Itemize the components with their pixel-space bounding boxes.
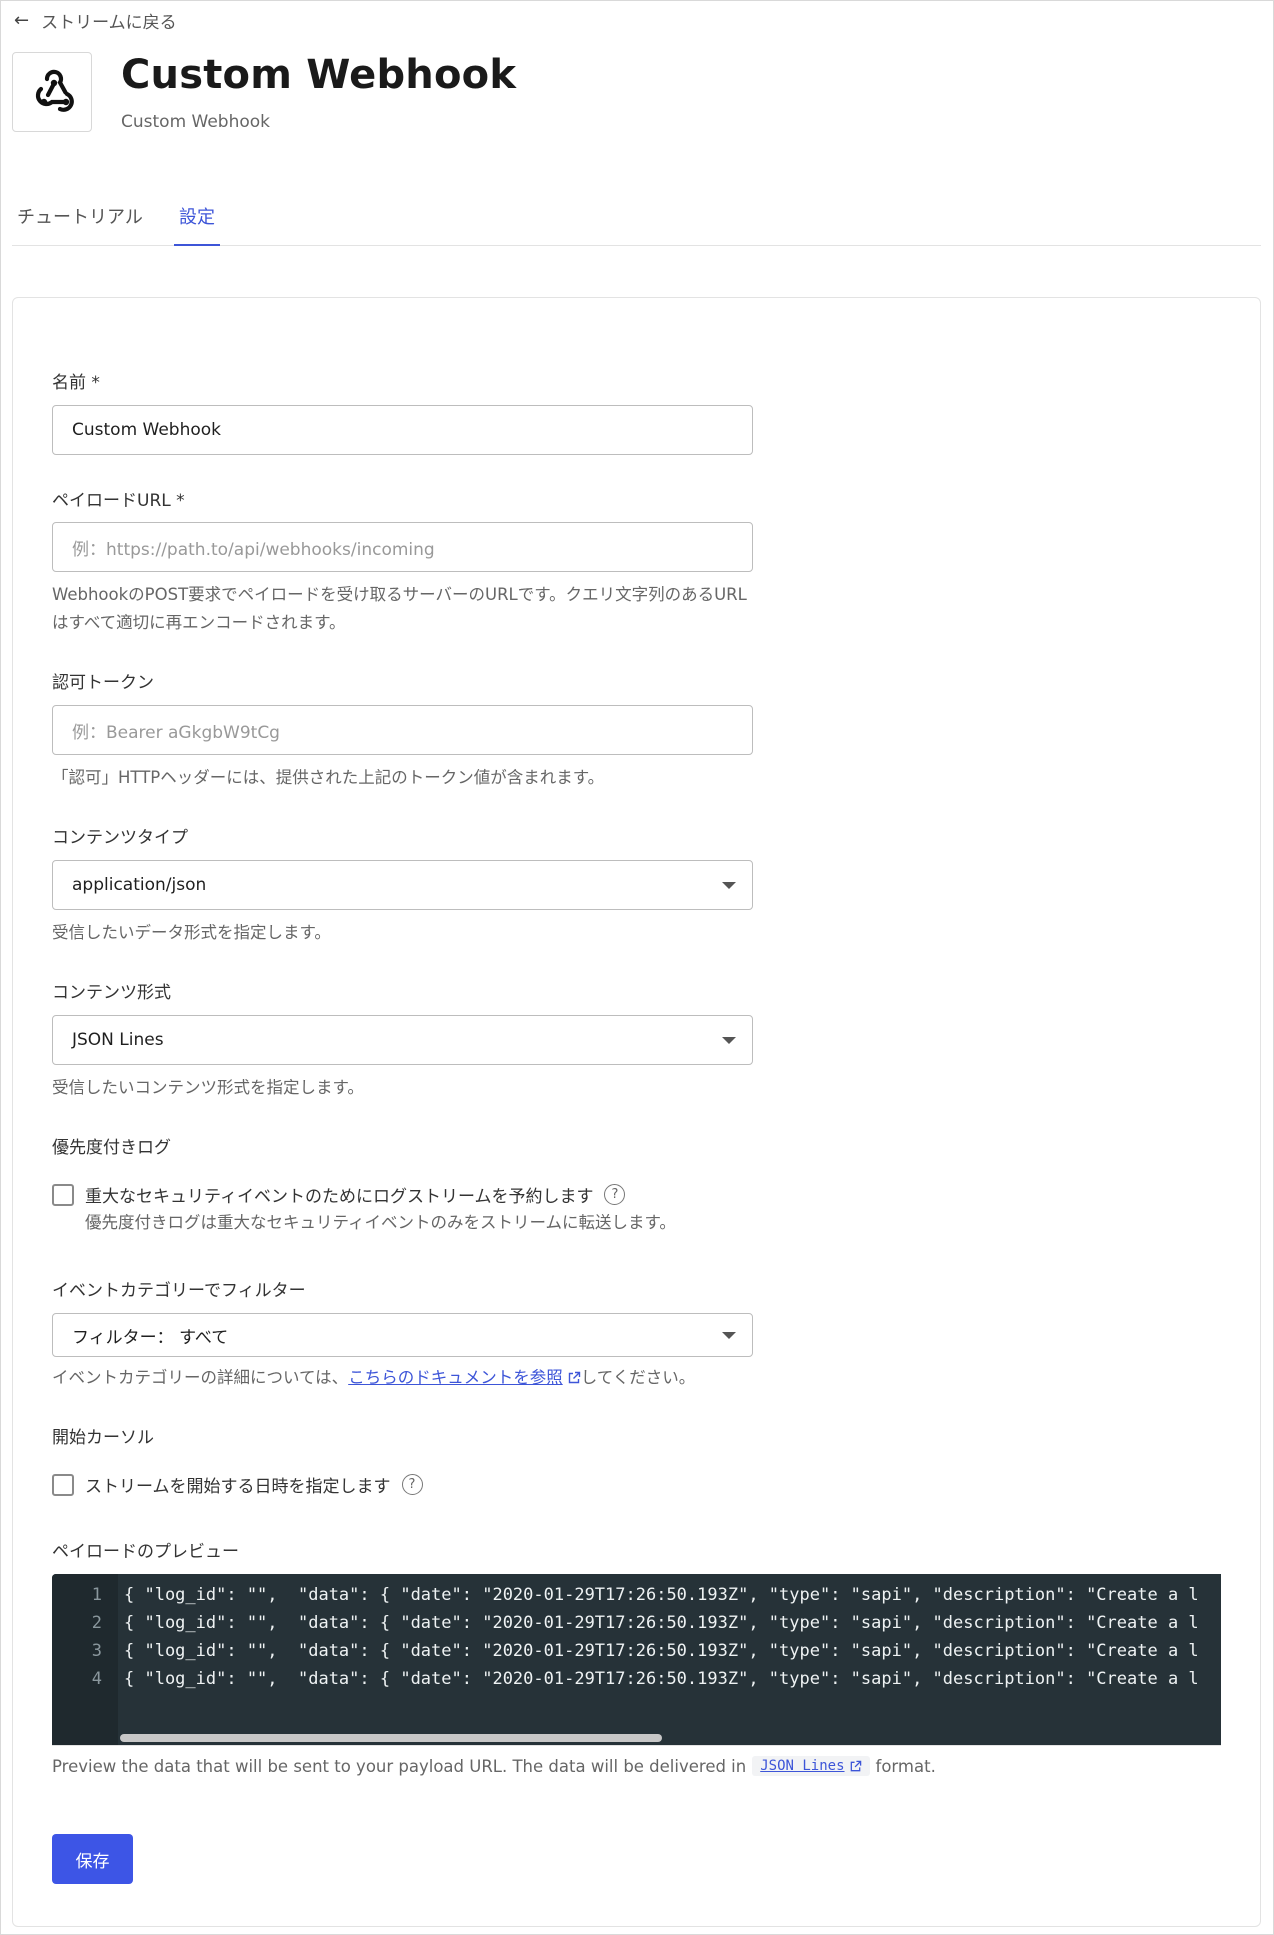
- tab-bar: チュートリアル 設定: [12, 195, 1261, 246]
- priority-log-checkbox[interactable]: [52, 1183, 74, 1206]
- auth-token-help: 「認可」HTTPヘッダーには、提供された上記のトークン値が含まれます。: [52, 768, 605, 787]
- event-filter-value: フィルター： すべて: [72, 1327, 229, 1348]
- divider: [52, 1745, 1221, 1746]
- content-type-help: 受信したいデータ形式を指定します。: [52, 923, 331, 942]
- content-format-label: コンテンツ形式: [52, 983, 171, 1003]
- line-number: 3: [91, 1641, 102, 1661]
- webhook-logo: [12, 52, 92, 132]
- back-link-label: ストリームに戻る: [41, 13, 177, 33]
- code-line: 4 { "log_id": "", "data": { "date": "202…: [52, 1665, 1221, 1693]
- event-filter-help-prefix: イベントカテゴリーの詳細については、: [52, 1368, 349, 1387]
- priority-log-row: 重大なセキュリティイベントのためにログストリームを予約します ?: [52, 1182, 626, 1207]
- payload-url-help: WebhookのPOST要求でペイロードを受け取るサーバーのURLです。クエリ文…: [52, 585, 747, 632]
- line-number: 2: [91, 1613, 102, 1633]
- content-format-value: JSON Lines: [72, 1030, 164, 1050]
- question-circle-icon[interactable]: ?: [401, 1474, 423, 1495]
- content-format-help: 受信したいコンテンツ形式を指定します。: [52, 1078, 364, 1097]
- event-filter-select[interactable]: フィルター： すべて: [52, 1313, 753, 1357]
- json-lines-link-label: JSON Lines: [760, 1758, 845, 1774]
- horizontal-scrollbar[interactable]: [120, 1734, 662, 1742]
- caret-down-icon: [722, 1332, 736, 1339]
- line-content: { "log_id": "", "data": { "date": "2020-…: [124, 1641, 1199, 1661]
- name-input[interactable]: Custom Webhook: [52, 405, 753, 455]
- external-link-icon: [568, 1371, 580, 1384]
- code-line: 3 { "log_id": "", "data": { "date": "202…: [52, 1637, 1221, 1665]
- name-label: 名前 *: [52, 373, 100, 393]
- page-subtitle: Custom Webhook: [121, 112, 271, 132]
- tab-settings[interactable]: 設定: [174, 203, 220, 246]
- auth-token-input[interactable]: 例：Bearer aGkgbW9tCg: [52, 705, 753, 755]
- json-lines-link[interactable]: JSON Lines: [752, 1756, 870, 1776]
- start-cursor-checkbox-label: ストリームを開始する日時を指定します: [85, 1477, 391, 1497]
- caret-down-icon: [722, 1037, 736, 1044]
- content-type-select[interactable]: application/json: [52, 860, 753, 910]
- event-filter-docs-link[interactable]: こちらのドキュメントを参照: [348, 1368, 581, 1387]
- webhook-icon: [35, 69, 74, 112]
- question-circle-icon[interactable]: ?: [604, 1184, 626, 1205]
- tab-tutorial[interactable]: チュートリアル: [17, 203, 143, 246]
- preview-note-suffix: format.: [875, 1756, 936, 1776]
- start-cursor-label: 開始カーソル: [52, 1428, 154, 1448]
- content-type-label: コンテンツタイプ: [52, 828, 188, 848]
- caret-down-icon: [722, 882, 736, 889]
- content-type-value: application/json: [72, 875, 207, 895]
- code-line: 1 { "log_id": "", "data": { "date": "202…: [52, 1581, 1221, 1609]
- event-filter-label: イベントカテゴリーでフィルター: [52, 1281, 306, 1301]
- payload-url-label: ペイロードURL *: [52, 491, 185, 511]
- line-content: { "log_id": "", "data": { "date": "2020-…: [124, 1669, 1199, 1689]
- event-filter-help-suffix: してください。: [580, 1368, 696, 1387]
- back-to-streams-link[interactable]: ← ストリームに戻る: [14, 8, 177, 33]
- page-title: Custom Webhook: [121, 52, 517, 98]
- priority-log-label: 優先度付きログ: [52, 1138, 171, 1158]
- payload-preview-code[interactable]: 1 { "log_id": "", "data": { "date": "202…: [52, 1574, 1221, 1746]
- priority-log-help: 優先度付きログは重大なセキュリティイベントのみをストリームに転送します。: [85, 1213, 676, 1232]
- line-content: { "log_id": "", "data": { "date": "2020-…: [124, 1585, 1199, 1605]
- auth-token-label: 認可トークン: [52, 673, 154, 693]
- payload-preview-label: ペイロードのプレビュー: [52, 1542, 239, 1562]
- start-cursor-row: ストリームを開始する日時を指定します ?: [52, 1472, 423, 1497]
- code-line: 2 { "log_id": "", "data": { "date": "202…: [52, 1609, 1221, 1637]
- line-number: 1: [91, 1585, 102, 1605]
- content-format-select[interactable]: JSON Lines: [52, 1015, 753, 1065]
- line-content: { "log_id": "", "data": { "date": "2020-…: [124, 1613, 1199, 1633]
- priority-log-checkbox-label: 重大なセキュリティイベントのためにログストリームを予約します: [85, 1187, 594, 1207]
- save-button[interactable]: 保存: [52, 1834, 133, 1884]
- preview-note-prefix: Preview the data that will be sent to yo…: [52, 1756, 747, 1776]
- event-filter-help: イベントカテゴリーの詳細については、こちらのドキュメントを参照 してください。: [52, 1364, 762, 1392]
- line-number: 4: [91, 1669, 102, 1689]
- arrow-left-icon: ←: [14, 10, 30, 31]
- event-filter-docs-link-label: こちらのドキュメントを参照: [348, 1368, 563, 1387]
- external-link-icon: [850, 1760, 861, 1771]
- start-cursor-checkbox[interactable]: [52, 1473, 74, 1496]
- payload-url-input[interactable]: 例：https://path.to/api/webhooks/incoming: [52, 522, 753, 572]
- preview-note: Preview the data that will be sent to yo…: [52, 1756, 936, 1776]
